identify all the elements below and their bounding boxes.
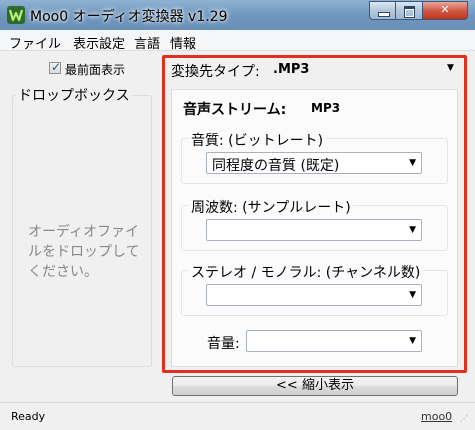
always-on-top-checkbox[interactable]: ✓ (49, 60, 62, 74)
menu-view-settings[interactable]: 表示設定 (73, 33, 125, 52)
compact-view-button[interactable]: << 縮小表示 (172, 376, 458, 396)
channels-label: ステレオ / モノラル: (チャンネル数) (189, 262, 423, 282)
menu-bar: ファイル 表示設定 言語 情報 (0, 30, 475, 52)
maximize-button[interactable] (396, 1, 423, 20)
app-window: Moo0 オーディオ変換器 v1.29 ✕ ファイル 表示設定 言語 情報 ✓ … (0, 0, 475, 430)
audio-stream-format: MP3 (311, 101, 341, 115)
output-type-label: 変換先タイプ: (171, 64, 260, 80)
chevron-down-icon: ▼ (409, 158, 416, 168)
resize-grip-icon[interactable]: ⋰ (460, 415, 470, 427)
moo0-leaf-icon (7, 6, 25, 24)
chevron-down-icon: ▼ (409, 336, 416, 346)
frequency-label: 周波数: (サンプルレート) (189, 197, 353, 217)
channels-select[interactable]: ▼ (206, 284, 422, 306)
volume-select[interactable]: ▼ (246, 330, 422, 352)
status-text: Ready (11, 410, 46, 423)
close-button[interactable]: ✕ (423, 1, 468, 20)
minimize-icon (378, 12, 390, 17)
close-icon: ✕ (440, 3, 450, 16)
drop-box-title: ドロップボックス (16, 85, 132, 105)
drop-hint: オーディオファイルをドロップしてください。 (28, 224, 140, 280)
quality-label: 音質: (ビットレート) (189, 130, 326, 150)
chevron-down-icon: ▼ (409, 225, 416, 235)
menu-file[interactable]: ファイル (9, 33, 61, 52)
status-bar: Ready moo0 ⋰ (0, 402, 475, 430)
always-on-top-label: 最前面表示 (65, 63, 126, 77)
chevron-down-icon[interactable]: ▼ (447, 63, 454, 73)
volume-label: 音量: (207, 336, 240, 352)
moo0-link[interactable]: moo0 (421, 410, 452, 423)
audio-stream-label: 音声ストリーム: (183, 102, 287, 118)
menu-info[interactable]: 情報 (170, 33, 196, 52)
check-icon: ✓ (51, 60, 62, 74)
title-bar[interactable]: Moo0 オーディオ変換器 v1.29 ✕ (0, 0, 475, 30)
menu-language[interactable]: 言語 (134, 33, 160, 52)
frequency-select[interactable]: ▼ (206, 219, 422, 241)
quality-value: 同程度の音質 (既定) (212, 158, 340, 174)
window-title: Moo0 オーディオ変換器 v1.29 (30, 9, 228, 25)
quality-select[interactable]: 同程度の音質 (既定) ▼ (206, 152, 422, 174)
minimize-button[interactable] (369, 1, 396, 20)
output-type-select[interactable]: .MP3 (273, 62, 309, 77)
maximize-icon (404, 6, 415, 18)
chevron-down-icon: ▼ (409, 290, 416, 300)
